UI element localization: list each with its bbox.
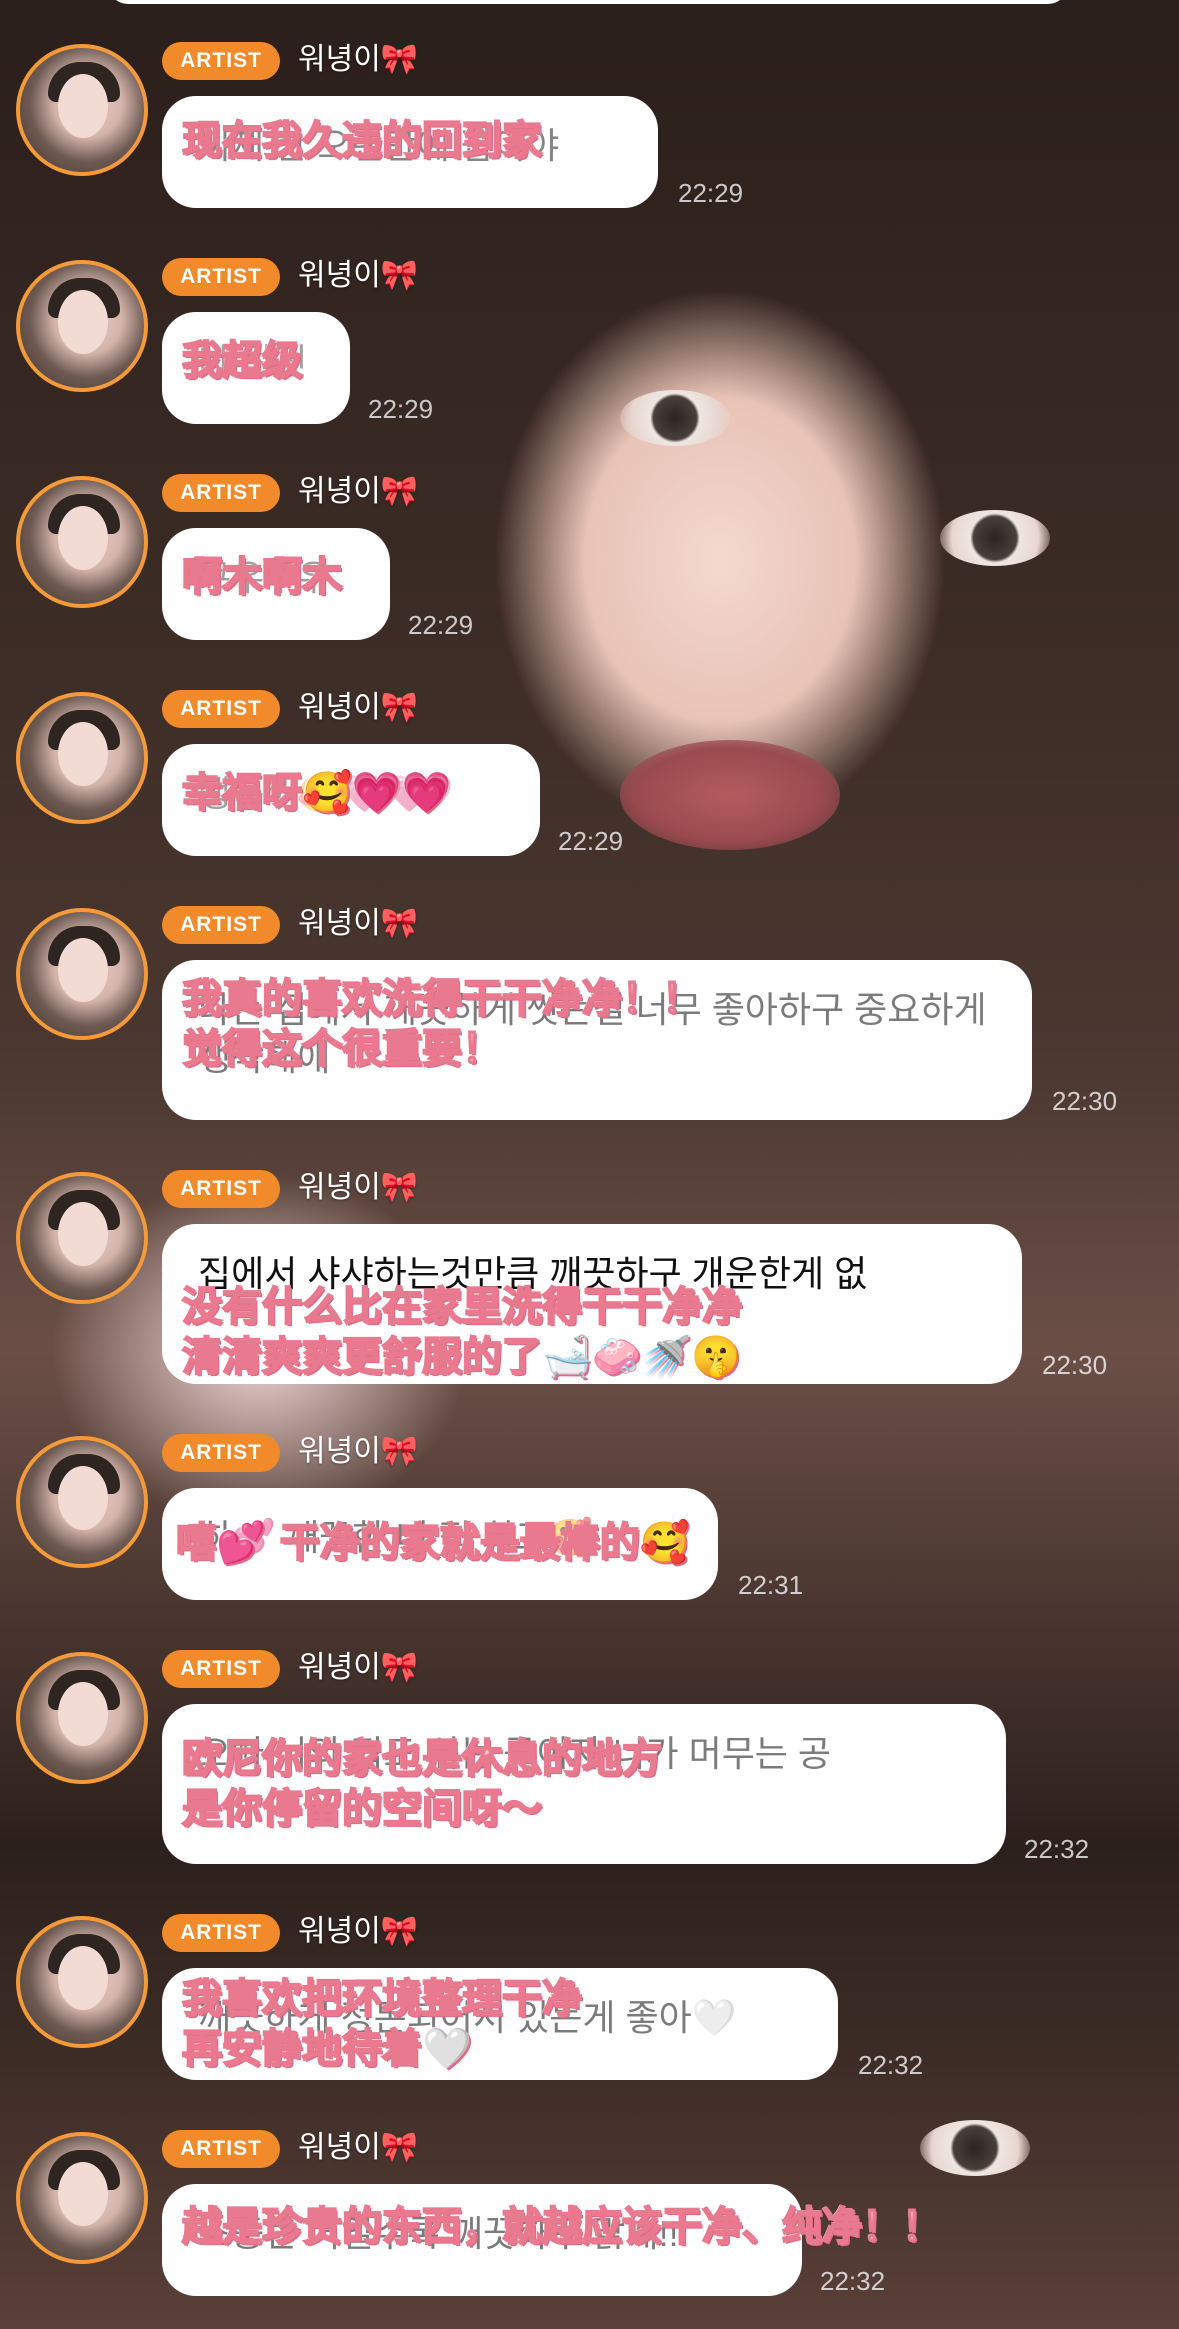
avatar[interactable] [16, 476, 148, 608]
sender-name: 워녕이🎀 [298, 475, 419, 508]
message-time: 22:31 [738, 1570, 804, 1600]
message-bubble[interactable]: 나는 집에서 깨끗하게 씻는걸 너무 좋아하구 중요하게 생각해애 我真的喜欢洗… [162, 960, 1032, 1120]
translation-overlay: 现在我久违的回到家 [181, 116, 543, 166]
message-time: 22:32 [820, 2266, 886, 2296]
sender-name: 워녕이🎀 [298, 2131, 419, 2164]
translation-line: 幸福呀🥰💗💗 [181, 769, 452, 817]
translation-line: 再安静地待着🤍 [181, 2025, 473, 2073]
translation-overlay: 幸福呀🥰💗💗 [181, 768, 452, 818]
translation-overlay: 没有什么比在家里洗得干干净净 清清爽爽更舒服的了🛁🧼🚿🤫 [181, 1282, 743, 1382]
artist-badge: ARTIST [162, 1650, 280, 1688]
artist-badge: ARTIST [162, 1170, 280, 1208]
translation-line: 是你停留的空间呀～ [181, 1785, 543, 1833]
message-bubble[interactable]: 오빠 너의 집도 쉬는 곳이자 너가 머무는 공 欧尼你的家也是休息的地方 是你… [162, 1704, 1006, 1864]
message-time: 22:30 [1052, 1086, 1118, 1116]
photo-eye-bottom [920, 2120, 1030, 2176]
translation-line: 现在我久违的回到家 [181, 117, 543, 165]
message-time: 22:32 [1024, 1834, 1090, 1864]
translation-line: 啊木啊木 [181, 553, 343, 601]
message-bubble[interactable]: 히💕 깨끗한 내 집 최고🥰 嘻💕 干净的家就是最棒的🥰 [162, 1488, 718, 1600]
photo-eye-right [940, 510, 1050, 566]
translation-line: 欧尼你的家也是休息的地方 [181, 1735, 663, 1783]
artist-badge: ARTIST [162, 42, 280, 80]
translation-line: 我超级 [181, 337, 303, 385]
message-bubble[interactable]: 소중한 거일수록 깨끗하구 맑게!! 越是珍贵的东西，就越应该干净、纯净！！ [162, 2184, 943, 2296]
previous-bubble-edge [108, 0, 1068, 4]
artist-badge: ARTIST [162, 1914, 280, 1952]
artist-badge: ARTIST [162, 906, 280, 944]
message-time: 22:32 [858, 2050, 924, 2080]
sender-name: 워녕이🎀 [298, 1915, 419, 1948]
translation-line: 越是珍贵的东西，就越应该干净、纯净！！ [181, 2203, 943, 2251]
avatar[interactable] [16, 1172, 148, 1304]
translation-line: 清清爽爽更舒服的了🛁🧼🚿🤫 [181, 1333, 742, 1381]
translation-overlay: 我喜欢把环境整理干净 再安静地待着🤍 [181, 1974, 583, 2074]
message-time: 22:29 [368, 394, 434, 424]
message-bubble[interactable]: 나 완전 我超级 [162, 312, 350, 424]
translation-overlay: 啊木啊木 [181, 552, 343, 602]
avatar[interactable] [16, 44, 148, 176]
sender-name: 워녕이🎀 [298, 1651, 419, 1684]
translation-line: 我真的喜欢洗得干干净净！！ [181, 975, 703, 1023]
translation-line: 我喜欢把环境整理干净 [181, 1975, 583, 2023]
sender-name: 워녕이🎀 [298, 907, 419, 940]
translation-line: 嘻💕 干净的家就是最棒的🥰 [175, 1519, 691, 1567]
translation-overlay: 越是珍贵的东西，就越应该干净、纯净！！ [181, 2202, 943, 2252]
translation-overlay: 我真的喜欢洗得干干净净！！ 觉得这个很重要！ [181, 974, 703, 1074]
artist-badge: ARTIST [162, 1434, 280, 1472]
message-time: 22:29 [678, 178, 744, 208]
avatar[interactable] [16, 260, 148, 392]
photo-eye-left [620, 390, 730, 446]
message-bubble[interactable]: 집에서 샤샤하는것만큼 깨끗하구 개운한게 없 没有什么比在家里洗得干干净净 清… [162, 1224, 1022, 1384]
sender-name: 워녕이🎀 [298, 1435, 419, 1468]
photo-lips [620, 740, 840, 850]
message-time: 22:30 [1042, 1350, 1108, 1380]
translation-overlay: 欧尼你的家也是休息的地方 是你停留的空间呀～ [181, 1734, 663, 1834]
artist-badge: ARTIST [162, 690, 280, 728]
translation-line: 觉得这个很重要！ [181, 1025, 503, 1073]
message-bubble[interactable]: 쿠우쿠우 啊木啊木 [162, 528, 390, 640]
translation-line: 没有什么比在家里洗得干干净净 [181, 1283, 743, 1331]
avatar[interactable] [16, 1436, 148, 1568]
avatar[interactable] [16, 1652, 148, 1784]
avatar[interactable] [16, 908, 148, 1040]
avatar[interactable] [16, 2132, 148, 2264]
sender-name: 워녕이🎀 [298, 43, 419, 76]
message-bubble[interactable]: 이제 잔 오랜만에 집이야 现在我久违的回到家 [162, 96, 658, 208]
artist-badge: ARTIST [162, 474, 280, 512]
message-time: 22:29 [558, 826, 624, 856]
avatar[interactable] [16, 692, 148, 824]
artist-badge: ARTIST [162, 2130, 280, 2168]
message-time: 22:29 [408, 610, 474, 640]
avatar[interactable] [16, 1916, 148, 2048]
message-bubble[interactable]: 행복해🥰💗💗 幸福呀🥰💗💗 [162, 744, 540, 856]
sender-name: 워녕이🎀 [298, 1171, 419, 1204]
message-bubble[interactable]: 깨끗하게 정돈되어서 있는게 좋아🤍 我喜欢把环境整理干净 再安静地待着🤍 [162, 1968, 838, 2080]
artist-badge: ARTIST [162, 258, 280, 296]
translation-overlay: 我超级 [181, 336, 303, 386]
sender-name: 워녕이🎀 [298, 259, 419, 292]
translation-overlay: 嘻💕 干净的家就是最棒的🥰 [175, 1518, 691, 1568]
sender-name: 워녕이🎀 [298, 691, 419, 724]
